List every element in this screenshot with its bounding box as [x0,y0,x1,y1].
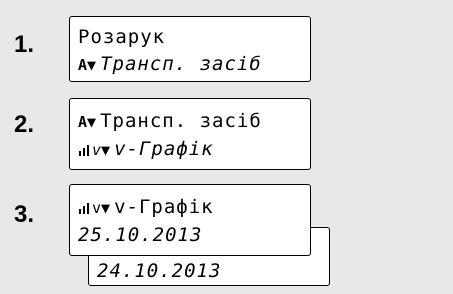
menu-title-text: Розарук [78,26,166,48]
display-line-1: А▼ Трансп. засіб [78,110,262,133]
menu-title-text: Трансп. засіб [100,110,262,132]
display-line-2: 25.10.2013 [78,224,202,246]
display-line-3: 24.10.2013 [97,260,221,282]
display-line-2: А▼ Трансп. засіб [78,53,262,76]
date-text: 24.10.2013 [97,260,222,282]
vehicle-unit-arrow-icon: А▼ [78,56,97,74]
speed-profile-bars-icon [79,203,89,214]
step-number-3: 3. [14,201,35,228]
display-step-3-front: v▼ v-Графік 25.10.2013 [69,184,311,256]
menu-option-text: Трансп. засіб [100,53,262,75]
display-step-2: А▼ Трансп. засіб v▼ v-Графік [69,98,311,170]
vehicle-unit-arrow-icon: А▼ [78,113,97,131]
display-step-1: Розарук А▼ Трансп. засіб [69,16,311,82]
speed-profile-bars-icon [79,145,89,156]
date-text: 25.10.2013 [78,224,203,246]
menu-option-text: v-Графік [114,138,214,160]
display-line-2: v▼ v-Графік [78,138,214,161]
display-line-1: Розарук [78,26,165,48]
speed-arrow-icon: v▼ [92,199,111,217]
step-number-2: 2. [14,111,35,138]
step-number-1: 1. [14,31,35,58]
menu-title-text: v-Графік [114,196,214,218]
display-line-1: v▼ v-Графік [78,196,214,219]
speed-arrow-icon: v▼ [92,141,111,159]
